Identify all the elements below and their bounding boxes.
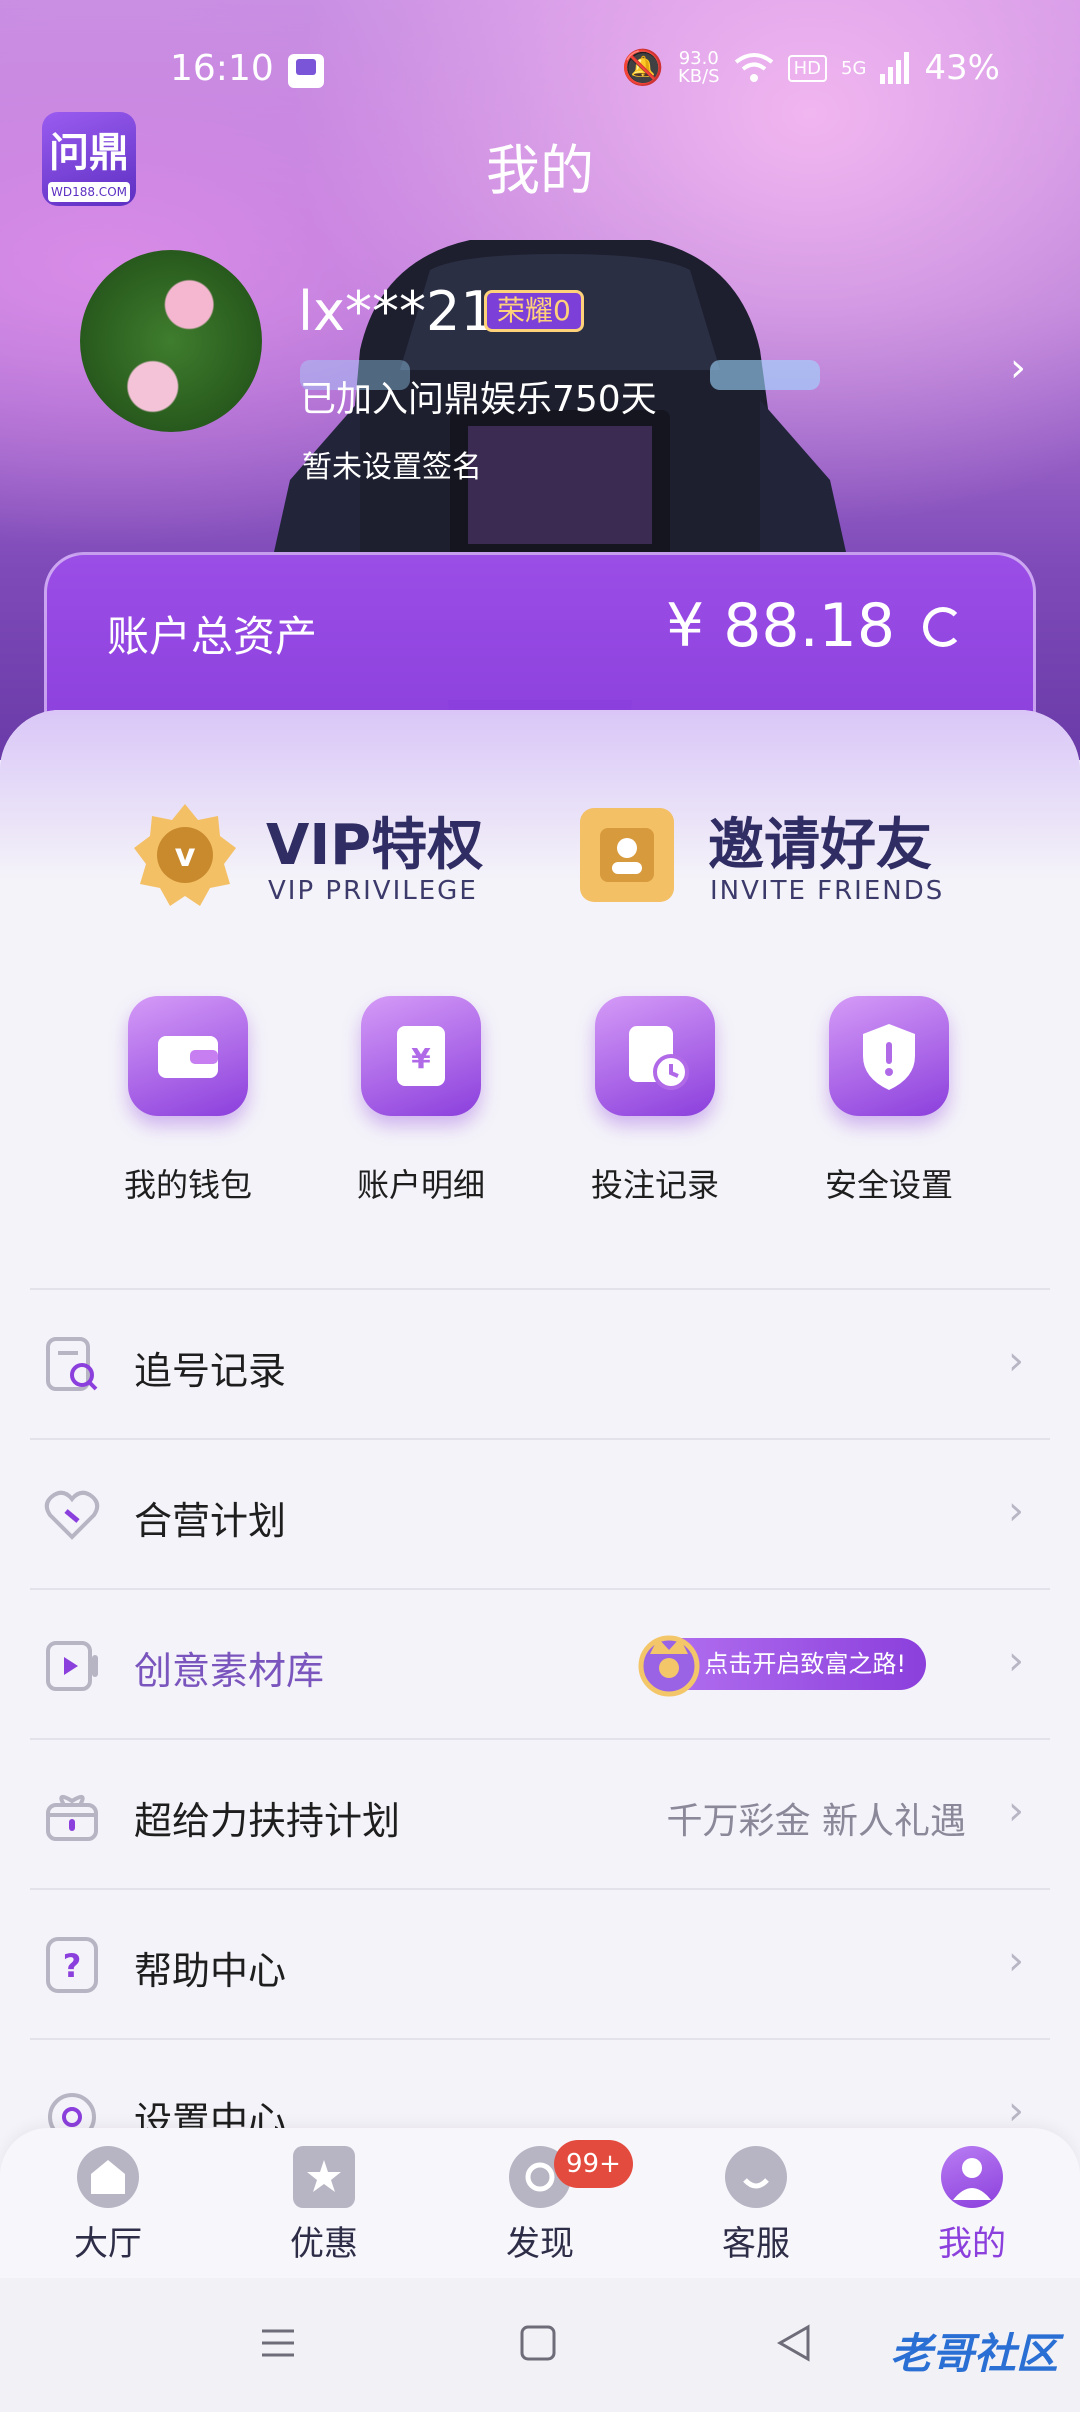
tab-lobby[interactable]: 大厅 [38, 2146, 178, 2265]
svg-text:?: ? [63, 1947, 82, 1985]
security-shield-icon [829, 996, 949, 1124]
status-bar: 16:10 🔕 93.0 KB/S HD 5G 43% [0, 40, 1080, 104]
banner-text: 点击开启致富之路! [704, 1650, 906, 1678]
bet-record-label: 投注记录 [590, 1166, 719, 1204]
mute-bell-icon: 🔕 [621, 48, 664, 88]
wallet-label: 我的钱包 [123, 1166, 252, 1204]
search-record-icon [46, 1337, 98, 1391]
invite-subtitle: INVITE FRIENDS [710, 876, 945, 906]
chevron-right-icon: › [1008, 1638, 1024, 1684]
menu-label: 超给力扶持计划 [134, 1799, 401, 1843]
tab-customer-service[interactable]: 客服 [686, 2146, 826, 2265]
vip-title: VIP特权 [266, 813, 484, 878]
chevron-right-icon: › [1008, 1788, 1024, 1834]
wifi-icon [734, 53, 773, 82]
tab-promotions[interactable]: 优惠 [254, 2146, 394, 2265]
promo-star-icon [293, 2146, 355, 2208]
asset-amount: ¥ 88.18 [665, 591, 895, 661]
menu-list: 追号记录 › 合营计划 › 创意素材库 点击开启致富之路! › 超给力扶持计划 … [30, 1288, 1050, 2188]
account-detail-button[interactable]: ¥ 账户明细 [331, 996, 511, 1206]
menu-item-chase-record[interactable]: 追号记录 › [30, 1288, 1050, 1438]
menu-item-partnership[interactable]: 合营计划 › [30, 1438, 1050, 1588]
security-settings-button[interactable]: 安全设置 [799, 996, 979, 1206]
network-type: 5G [841, 57, 867, 79]
car-background-image [270, 240, 850, 570]
vip-medal-icon: v [134, 804, 236, 906]
svg-text:v: v [175, 836, 196, 874]
asset-value: ¥ 88.18 [666, 591, 895, 661]
crown-medal-icon [638, 1635, 700, 1697]
username: lx***21 [298, 280, 495, 343]
svg-text:¥: ¥ [411, 1042, 431, 1075]
profile-icon [941, 2146, 1003, 2208]
avatar[interactable] [80, 250, 262, 432]
signature[interactable]: 暂未设置签名 [302, 442, 482, 486]
asset-label: 账户总资产 [107, 612, 318, 661]
chevron-right-icon[interactable]: › [1010, 345, 1026, 391]
network-speed: 93.0 KB/S [678, 50, 720, 86]
bottom-tab-bar: 大厅 优惠 发现 99+ 客服 我的 [0, 2128, 1080, 2278]
notification-badge: 99+ [554, 2140, 633, 2188]
invite-card-icon [580, 808, 674, 902]
wallet-icon [128, 996, 248, 1124]
menu-item-creative-library[interactable]: 创意素材库 点击开启致富之路! › [30, 1588, 1050, 1738]
rank-badge[interactable]: 荣耀0 [484, 290, 584, 332]
security-settings-label: 安全设置 [824, 1166, 953, 1204]
signal-icon [880, 52, 910, 84]
menu-label: 帮助中心 [134, 1949, 287, 1993]
chevron-right-icon: › [1008, 1488, 1024, 1534]
menu-label: 追号记录 [134, 1349, 287, 1393]
network-speed-unit: KB/S [677, 66, 720, 87]
partnership-heart-icon [44, 1490, 100, 1540]
status-time: 16:10 [170, 48, 274, 89]
gift-icon [46, 1794, 98, 1841]
creative-library-banner[interactable]: 点击开启致富之路! [638, 1635, 926, 1697]
service-icon [725, 2146, 787, 2208]
wallet-button[interactable]: 我的钱包 [98, 996, 278, 1206]
menu-item-help-center[interactable]: ? 帮助中心 › [30, 1888, 1050, 2038]
bet-record-button[interactable]: 投注记录 [565, 996, 745, 1206]
menu-extra-text: 千万彩金 新人礼遇 [666, 1801, 966, 1842]
tab-label: 客服 [722, 2224, 790, 2264]
menu-icon[interactable] [258, 2323, 298, 2363]
tab-label: 发现 [506, 2224, 574, 2264]
tab-label: 我的 [938, 2224, 1006, 2264]
account-detail-icon: ¥ [361, 996, 481, 1124]
refresh-icon[interactable] [923, 607, 963, 647]
help-icon: ? [46, 1937, 98, 1993]
account-detail-label: 账户明细 [356, 1166, 485, 1204]
home-icon [77, 2146, 139, 2208]
bet-record-icon [595, 996, 715, 1124]
tab-label: 优惠 [290, 2224, 358, 2264]
tab-discover[interactable]: 发现 99+ [470, 2140, 633, 2265]
app-notification-icon [288, 54, 324, 88]
menu-label: 合营计划 [134, 1499, 287, 1543]
tab-mine[interactable]: 我的 [902, 2146, 1042, 2265]
page-title: 我的 [486, 139, 594, 202]
menu-item-support-plan[interactable]: 超给力扶持计划 千万彩金 新人礼遇 › [30, 1738, 1050, 1888]
hd-indicator: HD [787, 54, 828, 82]
vip-subtitle: VIP PRIVILEGE [268, 876, 478, 906]
chevron-right-icon: › [1008, 1338, 1024, 1384]
watermark: 老哥社区 [889, 2329, 1058, 2378]
tab-label: 大厅 [74, 2224, 142, 2264]
battery-level: 43% [924, 48, 1000, 88]
home-square-icon[interactable] [518, 2323, 558, 2363]
invite-title: 邀请好友 [708, 813, 932, 878]
joined-days: 已加入问鼎娱乐750天 [300, 379, 657, 420]
menu-label: 创意素材库 [134, 1649, 325, 1693]
chevron-right-icon: › [1008, 1938, 1024, 1984]
back-triangle-icon[interactable] [774, 2323, 814, 2363]
video-library-icon [46, 1641, 98, 1691]
